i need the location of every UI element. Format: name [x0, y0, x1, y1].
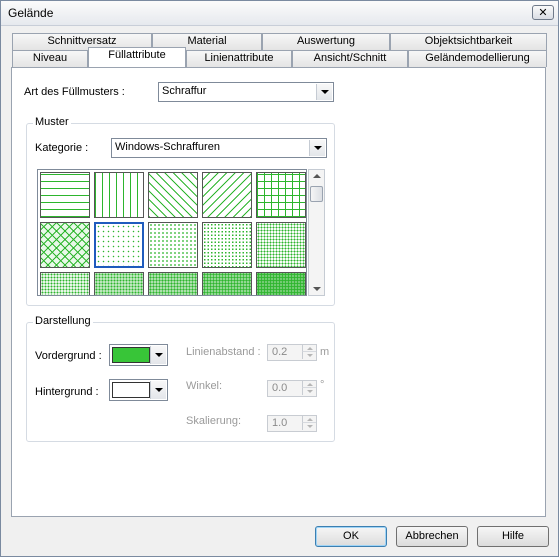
background-color-picker[interactable]	[109, 379, 168, 401]
spin-up-icon[interactable]	[302, 381, 316, 388]
background-label: Hintergrund :	[35, 386, 99, 398]
background-swatch	[112, 382, 150, 398]
pattern-swatch[interactable]	[148, 222, 198, 268]
angle-unit: °	[320, 379, 325, 391]
muster-group-title: Muster	[33, 116, 71, 128]
tab-gelaendemodellierung[interactable]: Geländemodellierung	[408, 50, 547, 67]
tab-auswertung[interactable]: Auswertung	[262, 33, 390, 50]
pattern-swatch[interactable]	[40, 172, 90, 218]
category-label: Kategorie :	[35, 142, 89, 154]
line-spacing-unit: m	[320, 346, 330, 358]
cancel-button[interactable]: Abbrechen	[396, 526, 468, 547]
dialog-window: Gelände ✕ Schnittversatz Material Auswer…	[0, 0, 559, 557]
tab-niveau[interactable]: Niveau	[12, 50, 88, 67]
angle-spinner[interactable]: 0.0	[267, 380, 317, 397]
close-button[interactable]: ✕	[532, 5, 554, 20]
pattern-swatch[interactable]	[94, 272, 144, 295]
tab-ansicht-schnitt[interactable]: Ansicht/Schnitt	[292, 50, 408, 67]
pattern-swatch[interactable]	[202, 222, 252, 268]
title-bar[interactable]: Gelände ✕	[1, 1, 558, 26]
scale-spinner[interactable]: 1.0	[267, 415, 317, 432]
pattern-swatch[interactable]	[94, 172, 144, 218]
pattern-scrollbar[interactable]	[308, 169, 325, 296]
spin-down-icon[interactable]	[302, 423, 316, 430]
tab-objektsichtbarkeit[interactable]: Objektsichtbarkeit	[390, 33, 547, 50]
pattern-swatch[interactable]	[94, 222, 144, 268]
foreground-swatch	[112, 347, 150, 363]
spin-down-icon[interactable]	[302, 352, 316, 359]
category-dropdown[interactable]: Windows-Schraffuren	[111, 138, 327, 158]
angle-label: Winkel:	[186, 380, 223, 392]
scroll-up-icon[interactable]	[313, 174, 321, 178]
tab-fuellattribute[interactable]: Füllattribute	[88, 47, 186, 67]
help-button[interactable]: Hilfe	[477, 526, 549, 547]
window-title: Gelände	[8, 6, 54, 20]
pattern-swatch[interactable]	[256, 222, 306, 268]
chevron-down-icon	[150, 346, 166, 364]
spin-up-icon[interactable]	[302, 416, 316, 423]
close-icon: ✕	[538, 7, 548, 19]
pattern-swatch[interactable]	[148, 272, 198, 295]
pattern-swatch[interactable]	[256, 172, 306, 218]
fill-type-dropdown[interactable]: Schraffur	[158, 82, 334, 102]
scale-label: Skalierung:	[186, 415, 242, 427]
ok-button[interactable]: OK	[315, 526, 387, 547]
pattern-swatch[interactable]	[148, 172, 198, 218]
scroll-thumb[interactable]	[310, 186, 323, 202]
fill-type-label: Art des Füllmusters :	[24, 86, 125, 98]
spin-down-icon[interactable]	[302, 388, 316, 395]
pattern-swatch[interactable]	[202, 272, 252, 295]
pattern-grid	[37, 169, 307, 296]
pattern-swatch[interactable]	[40, 222, 90, 268]
pattern-swatch[interactable]	[40, 272, 90, 295]
spin-up-icon[interactable]	[302, 345, 316, 352]
chevron-down-icon	[309, 140, 325, 156]
foreground-color-picker[interactable]	[109, 344, 168, 366]
tab-linienattribute[interactable]: Linienattribute	[186, 50, 292, 67]
line-spacing-spinner[interactable]: 0.2	[267, 344, 317, 361]
line-spacing-label: Linienabstand :	[186, 346, 261, 358]
pattern-swatch[interactable]	[256, 272, 306, 295]
scroll-down-icon[interactable]	[313, 287, 321, 291]
chevron-down-icon	[150, 381, 166, 399]
foreground-label: Vordergrund :	[35, 350, 102, 362]
pattern-swatch[interactable]	[202, 172, 252, 218]
chevron-down-icon	[316, 84, 332, 100]
darstellung-group-title: Darstellung	[33, 315, 93, 327]
